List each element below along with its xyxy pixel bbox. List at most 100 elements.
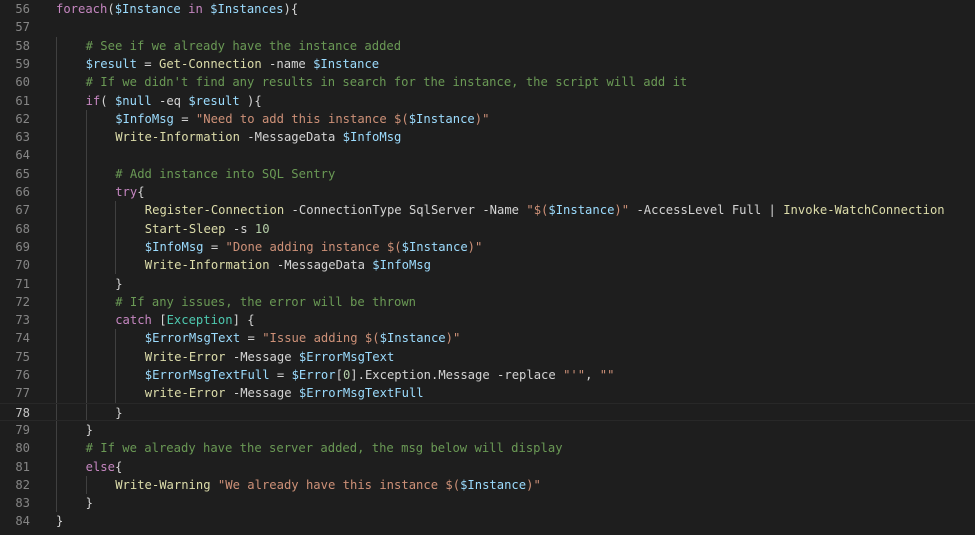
line-number: 71 bbox=[15, 276, 30, 291]
code-text: } bbox=[86, 494, 93, 512]
line-number: 83 bbox=[15, 496, 30, 511]
code-line[interactable]: 64 bbox=[0, 146, 975, 164]
code-line[interactable]: 61 if( $null -eq $result ){ bbox=[0, 92, 975, 110]
code-token: $Instance bbox=[460, 477, 527, 492]
code-token: try bbox=[115, 185, 138, 199]
code-text: $InfoMsg = "Done adding instance $($Inst… bbox=[145, 238, 483, 256]
code-token: -ConnectionType SqlServer -Name bbox=[284, 203, 527, 218]
code-token: $ErrorMsgText bbox=[298, 349, 395, 364]
code-token: } bbox=[115, 276, 123, 291]
code-line[interactable]: 60 # If we didn't find any results in sea… bbox=[0, 73, 975, 91]
code-line[interactable]: 72 # If any issues, the error will be thr… bbox=[0, 293, 975, 311]
line-number: 56 bbox=[15, 2, 30, 16]
code-token: $Instance bbox=[114, 2, 181, 16]
code-line[interactable]: 68 Start-Sleep -s 10 bbox=[0, 220, 975, 238]
code-token: $null bbox=[114, 93, 152, 108]
code-token: -AccessLevel Full | bbox=[629, 203, 784, 218]
code-token: Register-Connection bbox=[144, 203, 285, 218]
code-line[interactable]: 58 # See if we already have the instance … bbox=[0, 37, 975, 55]
line-number: 57 bbox=[15, 20, 30, 35]
line-number: 62 bbox=[15, 111, 30, 126]
code-token: Invoke-WatchConnection bbox=[783, 203, 945, 218]
code-line[interactable]: 57 bbox=[0, 18, 975, 36]
code-token: , bbox=[585, 368, 600, 382]
code-editor[interactable]: 56 foreach($Instance in $Instances){57 58 #… bbox=[0, 0, 975, 535]
code-line[interactable]: 82 Write-Warning "We already have this in… bbox=[0, 476, 975, 494]
code-token: -MessageData bbox=[269, 258, 373, 273]
code-line[interactable]: 69 $InfoMsg = "Done adding instance $($In… bbox=[0, 238, 975, 256]
code-token: $Instance bbox=[401, 239, 468, 254]
code-token: # Add instance into SQL Sentry bbox=[115, 166, 336, 181]
code-text: Write-Error -Message $ErrorMsgText bbox=[145, 348, 394, 366]
code-token: )" bbox=[474, 111, 490, 126]
line-number: 60 bbox=[15, 75, 30, 90]
code-token: ] { bbox=[232, 313, 255, 328]
code-token: $ErrorMsgText bbox=[144, 331, 241, 346]
code-line[interactable]: 59 $result = Get-Connection -name $Instan… bbox=[0, 55, 975, 73]
code-token: in bbox=[188, 2, 203, 16]
code-text: Write-Warning "We already have this inst… bbox=[115, 476, 541, 494]
code-line[interactable]: 66 try{ bbox=[0, 183, 975, 201]
code-line[interactable]: 77 write-Error -Message $ErrorMsgTextFull bbox=[0, 384, 975, 402]
line-number: 64 bbox=[15, 148, 30, 163]
code-line[interactable]: 65 # Add instance into SQL Sentry bbox=[0, 165, 975, 183]
code-line[interactable]: 80 # If we already have the server added,… bbox=[0, 439, 975, 457]
line-number: 76 bbox=[15, 368, 30, 382]
code-token: = bbox=[269, 368, 292, 382]
code-token: 10 bbox=[254, 221, 270, 236]
code-token: )" bbox=[445, 331, 461, 346]
code-token: if bbox=[85, 93, 101, 108]
code-text: } bbox=[115, 404, 122, 422]
code-token: = bbox=[136, 56, 159, 71]
code-text: try{ bbox=[115, 183, 144, 201]
code-token: $ErrorMsgTextFull bbox=[144, 368, 270, 382]
code-line[interactable]: 71} bbox=[0, 275, 975, 293]
code-line[interactable]: 70 Write-Information -MessageData $InfoMs… bbox=[0, 256, 975, 274]
code-line[interactable]: 74 $ErrorMsgText = "Issue adding $($Insta… bbox=[0, 329, 975, 347]
code-line[interactable]: 83} bbox=[0, 494, 975, 512]
line-number: 84 bbox=[15, 514, 30, 529]
code-line[interactable]: 62 $InfoMsg = "Need to add this instance … bbox=[0, 110, 975, 128]
code-token: Write-Error bbox=[144, 349, 226, 364]
code-token: "$( bbox=[526, 203, 549, 218]
code-token: "Need to add this instance $( bbox=[195, 111, 409, 126]
code-line[interactable]: 67 Register-Connection -ConnectionType Sq… bbox=[0, 201, 975, 219]
code-token: -Message bbox=[225, 386, 299, 401]
code-token: Write-Information bbox=[144, 258, 270, 273]
code-token: $InfoMsg bbox=[115, 111, 174, 126]
code-text: Write-Information -MessageData $InfoMsg bbox=[145, 256, 431, 274]
code-token: catch bbox=[115, 313, 152, 328]
code-token: [ bbox=[151, 313, 167, 328]
code-text: $InfoMsg = "Need to add this instance $(… bbox=[115, 110, 489, 128]
line-number: 75 bbox=[15, 349, 30, 364]
code-line[interactable]: 75 Write-Error -Message $ErrorMsgText bbox=[0, 348, 975, 366]
code-line[interactable]: 78} bbox=[0, 402, 975, 422]
code-token: ){ bbox=[239, 93, 262, 108]
code-text: # See if we already have the instance ad… bbox=[86, 37, 402, 55]
code-line[interactable]: 76 $ErrorMsgTextFull = $Error[0].Exceptio… bbox=[0, 366, 975, 384]
code-line[interactable]: 81 else{ bbox=[0, 458, 975, 476]
code-token: $InfoMsg bbox=[144, 239, 204, 254]
code-text: catch [Exception] { bbox=[115, 311, 254, 329]
code-token: { bbox=[137, 185, 145, 199]
code-line[interactable]: 84} bbox=[0, 512, 975, 530]
line-number: 69 bbox=[15, 239, 30, 254]
code-text: $ErrorMsgText = "Issue adding $($Instanc… bbox=[145, 329, 461, 347]
line-number: 61 bbox=[15, 93, 30, 108]
code-token: foreach bbox=[56, 2, 108, 16]
code-line[interactable]: 63 Write-Information -MessageData $InfoMs… bbox=[0, 128, 975, 146]
code-line[interactable]: 73 catch [Exception] { bbox=[0, 311, 975, 329]
code-token: } bbox=[85, 422, 93, 437]
line-number: 67 bbox=[15, 203, 30, 218]
code-token: Exception bbox=[166, 313, 233, 328]
code-token: ( bbox=[100, 93, 115, 108]
code-token: } bbox=[115, 405, 123, 420]
code-line[interactable]: 79} bbox=[0, 421, 975, 439]
code-token: } bbox=[85, 496, 93, 511]
code-line[interactable]: 56 foreach($Instance in $Instances){ bbox=[0, 0, 975, 18]
code-text: # If any issues, the error will be throw… bbox=[115, 293, 416, 311]
code-token: "Issue adding $( bbox=[262, 331, 380, 346]
code-text: # Add instance into SQL Sentry bbox=[115, 165, 335, 183]
